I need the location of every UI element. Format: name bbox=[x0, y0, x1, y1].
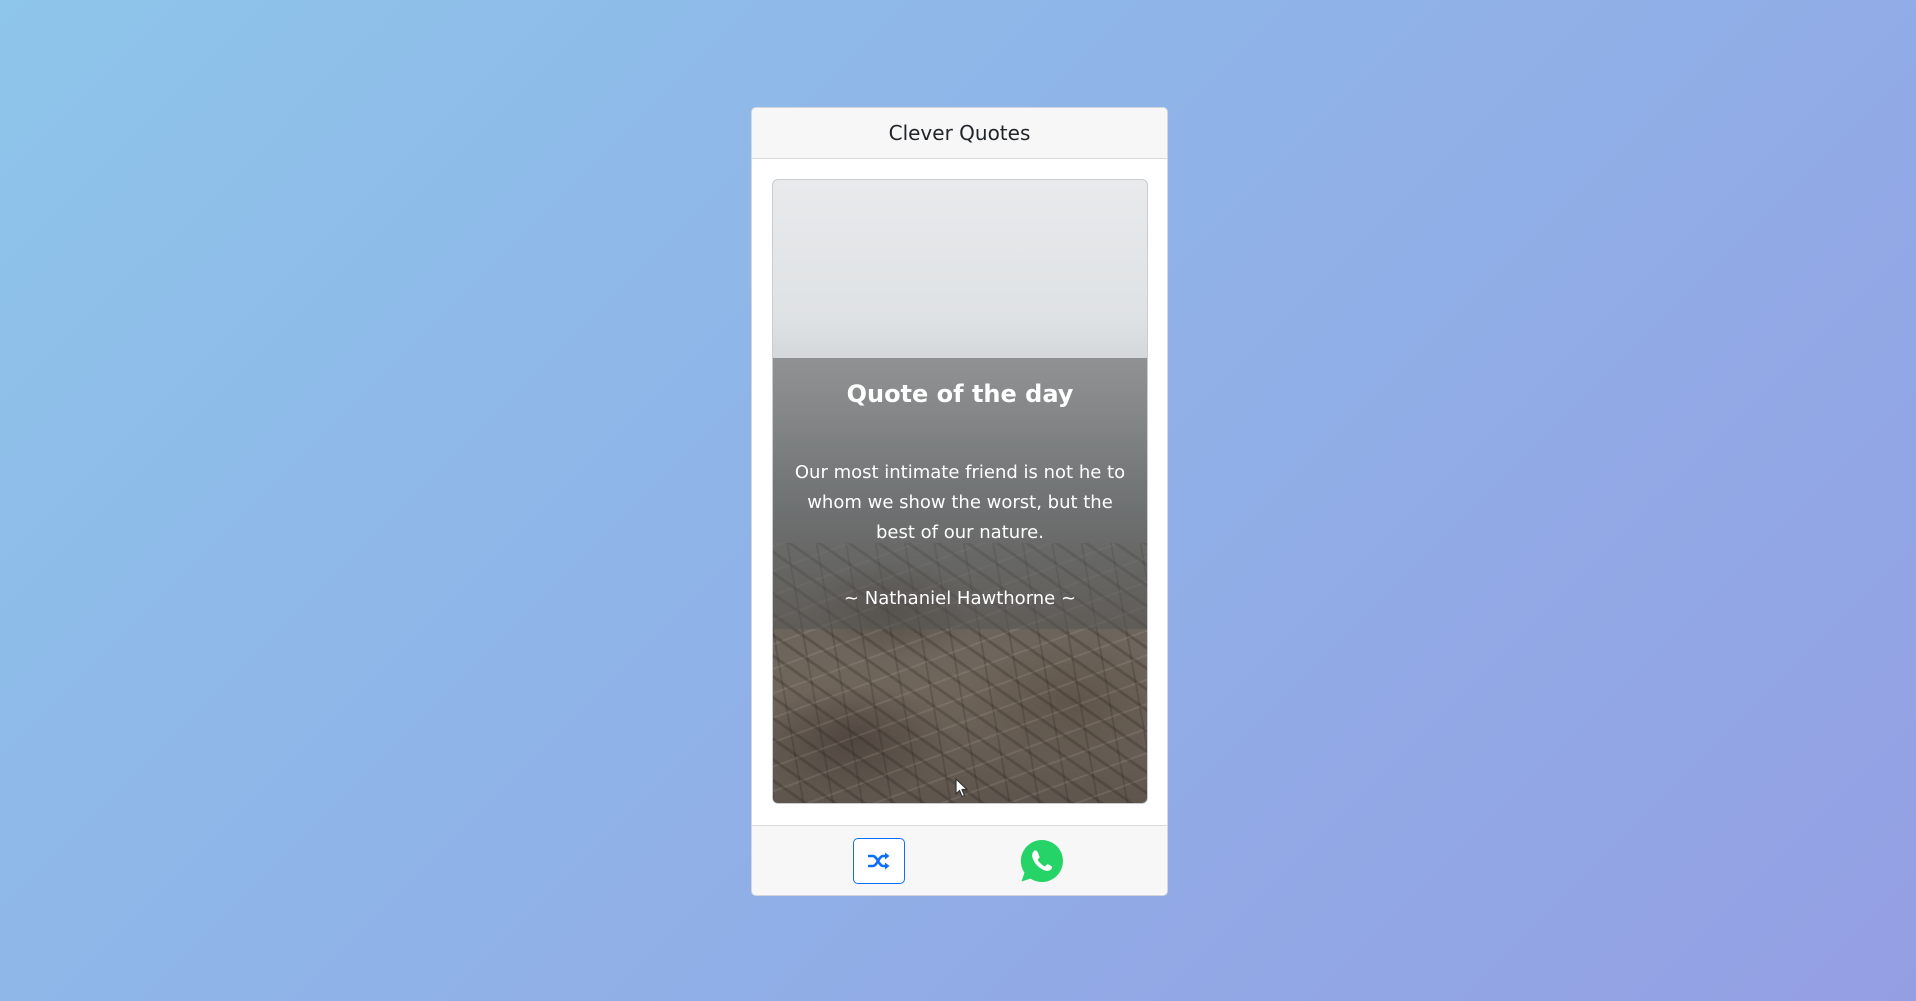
background-photo: Quote of the day Our most intimate frien… bbox=[772, 179, 1148, 804]
quote-author: ~ Nathaniel Hawthorne ~ bbox=[843, 588, 1077, 609]
quote-heading: Quote of the day bbox=[846, 380, 1074, 408]
quote-text: Our most intimate friend is not he to wh… bbox=[794, 462, 1126, 543]
quote-overlay: Quote of the day Our most intimate frien… bbox=[773, 358, 1147, 629]
whatsapp-share-button[interactable] bbox=[1019, 838, 1065, 884]
mouse-cursor-icon bbox=[955, 778, 968, 798]
shuffle-icon bbox=[868, 852, 890, 870]
card-footer bbox=[752, 825, 1167, 895]
whatsapp-icon bbox=[1020, 839, 1063, 882]
card-body: Quote of the day Our most intimate frien… bbox=[752, 159, 1167, 828]
shuffle-button[interactable] bbox=[853, 838, 905, 884]
app-title: Clever Quotes bbox=[752, 108, 1167, 159]
